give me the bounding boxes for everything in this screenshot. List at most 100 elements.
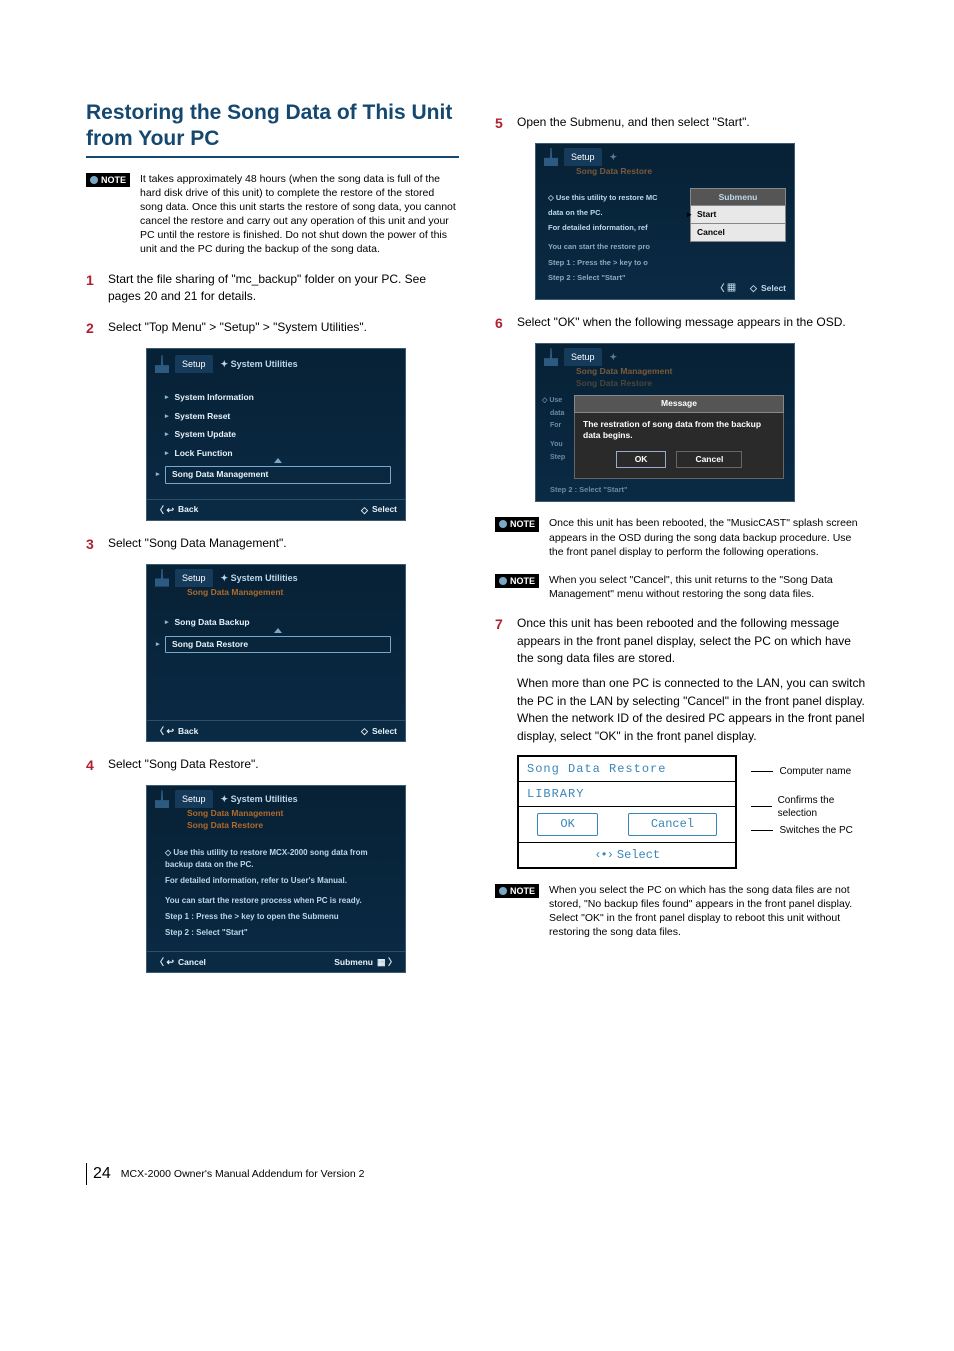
- page-number: 24: [93, 1163, 111, 1185]
- step-number: 3: [86, 535, 98, 554]
- osd-desc-line: data on the PC.: [548, 207, 686, 218]
- step-7: 7 Once this unit has been rebooted and t…: [495, 615, 868, 667]
- fp-label-computer: Computer name: [751, 765, 868, 778]
- osd-back-hint: 〈 ↩Back: [155, 725, 198, 737]
- music-note-icon: [544, 148, 558, 166]
- osd-cancel-button: Cancel: [676, 451, 742, 468]
- step-number: 4: [86, 756, 98, 775]
- note-badge: NOTE: [495, 884, 539, 898]
- osd-tab-row: Setup ✦ System Utilities Song Data Manag…: [147, 786, 405, 833]
- osd-tab-setup: Setup: [564, 148, 602, 166]
- osd-desc-line: For detailed information, ref: [548, 222, 686, 233]
- music-note-icon: [155, 355, 169, 373]
- note-badge: NOTE: [495, 517, 539, 531]
- osd-select-hint: ◇Select: [361, 504, 397, 516]
- osd-menu-item-selected: Song Data Restore: [165, 636, 391, 653]
- osd-footer: 〈 ↩Cancel Submenu ▦ 〉: [147, 951, 405, 972]
- front-panel-figure: Song Data Restore LIBRARY OK Cancel Sele…: [517, 755, 868, 869]
- osd-desc-line: ◇ Use this utility to restore MCX-2000 s…: [165, 847, 391, 871]
- step-2-text: Select "Top Menu" > "Setup" > "System Ut…: [108, 319, 459, 336]
- osd-menu-list: Song Data Backup Song Data Restore: [147, 600, 405, 720]
- osd-title: ✦ System Utilities: [221, 358, 298, 370]
- osd-tab-setup: Setup: [564, 348, 602, 366]
- osd-desc-line: Step 2 : Select "Start": [165, 927, 391, 939]
- osd-select-hint: ◇Select: [361, 725, 397, 737]
- osd-submenu-footer: 〈 ▦ ◇Select: [690, 282, 786, 296]
- osd-tab-row: Setup ✦ Song Data Restore: [536, 144, 794, 180]
- osd-subtitle: Song Data Restore: [576, 166, 652, 177]
- front-panel-lcd: Song Data Restore LIBRARY OK Cancel Sele…: [517, 755, 737, 869]
- left-column: Restoring the Song Data of This Unit fro…: [86, 100, 459, 983]
- music-note-icon: [155, 569, 169, 587]
- osd-tab-setup: Setup: [175, 790, 213, 808]
- osd-ok-button: OK: [616, 451, 667, 468]
- fp-label-confirm: Confirms the selection: [751, 794, 868, 820]
- osd-desc-line: ◇ Use this utility to restore MC: [548, 192, 686, 203]
- step-3-text: Select "Song Data Management".: [108, 535, 459, 552]
- step-1-text: Start the file sharing of "mc_backup" fo…: [108, 271, 459, 306]
- osd-msg-box: The restration of song data from the bac…: [574, 413, 784, 480]
- osd-submenu-hint: Submenu ▦ 〉: [334, 956, 397, 968]
- step-2: 2 Select "Top Menu" > "Setup" > "System …: [86, 319, 459, 338]
- fp-ok-button: OK: [537, 813, 597, 835]
- osd-submenu-content: ◇ Use this utility to restore MC data on…: [536, 180, 794, 300]
- note-badge: NOTE: [495, 574, 539, 588]
- page-footer: 24 MCX-2000 Owner's Manual Addendum for …: [86, 1163, 868, 1185]
- osd-msg-buttons: OK Cancel: [583, 451, 775, 468]
- osd-desc-line: Step 1 : Press the > key to open the Sub…: [165, 911, 391, 923]
- fp-pc-name: LIBRARY: [518, 782, 736, 807]
- music-note-icon: [155, 790, 169, 808]
- step-4-text: Select "Song Data Restore".: [108, 756, 459, 773]
- osd-submenu-item: Cancel: [690, 224, 786, 242]
- osd-tab-setup: Setup: [175, 355, 213, 373]
- osd-side-text: ◇ Use data For You Step: [542, 395, 570, 479]
- step-number: 6: [495, 314, 507, 333]
- fp-select-hint: Select: [518, 843, 736, 868]
- step-5-text: Open the Submenu, and then select "Start…: [517, 114, 868, 131]
- note-no-backup: NOTE When you select the PC on which has…: [495, 883, 868, 940]
- osd-footer-step: Step 2 : Select "Start": [536, 485, 794, 501]
- osd-menu-item: System Information: [165, 392, 391, 403]
- fp-title: Song Data Restore: [518, 756, 736, 782]
- osd-menu-item-selected: Song Data Management: [165, 466, 391, 483]
- osd-desc-line: You can start the restore process when P…: [165, 895, 391, 907]
- osd-tab-row: Setup ✦ System Utilities: [147, 349, 405, 375]
- osd-footer: 〈 ↩Back ◇Select: [147, 720, 405, 741]
- fp-button-row: OK Cancel: [518, 807, 736, 842]
- osd-back-hint: 〈 ↩Back: [155, 504, 198, 516]
- fp-cancel-button: Cancel: [628, 813, 717, 835]
- osd-cancel-hint: 〈 ↩Cancel: [155, 956, 206, 968]
- fp-callout-labels: Computer name Confirms the selection Swi…: [751, 759, 868, 853]
- osd-subtitle-2: Song Data Restore: [187, 820, 263, 831]
- step-number: 5: [495, 114, 507, 133]
- osd-subtitle: Song Data Management: [187, 808, 283, 819]
- osd-subtitle: Song Data Management: [576, 366, 672, 377]
- step-7-text: Once this unit has been rebooted and the…: [517, 615, 868, 667]
- section-heading: Restoring the Song Data of This Unit fro…: [86, 100, 459, 158]
- fp-label-switch: Switches the PC: [751, 824, 868, 837]
- step-number: 7: [495, 615, 507, 634]
- osd-submenu-popup: Submenu Start Cancel 〈 ▦ ◇Select: [690, 188, 786, 296]
- music-note-icon: [544, 348, 558, 366]
- osd-subtitle-2: Song Data Restore: [576, 378, 652, 389]
- page-footer-title: MCX-2000 Owner's Manual Addendum for Ver…: [121, 1167, 365, 1181]
- right-column: 5 Open the Submenu, and then select "Sta…: [495, 100, 868, 983]
- osd-title: ✦ System Utilities: [221, 572, 298, 584]
- note-after-reboot-text: Once this unit has been rebooted, the "M…: [549, 516, 868, 559]
- osd-tab-row: Setup ✦ System Utilities Song Data Manag…: [147, 565, 405, 601]
- osd-submenu-item: Start: [690, 206, 786, 224]
- step-5: 5 Open the Submenu, and then select "Sta…: [495, 114, 868, 133]
- osd-title: ✦: [610, 151, 618, 163]
- osd-tab-row: Setup ✦ Song Data Management Song Data R…: [536, 344, 794, 391]
- osd-title: ✦ System Utilities: [221, 793, 298, 805]
- step-number: 1: [86, 271, 98, 290]
- osd-desc-line: Step 1 : Press the > key to o: [548, 257, 686, 268]
- step-6: 6 Select "OK" when the following message…: [495, 314, 868, 333]
- osd-menu-list: System Information System Reset System U…: [147, 375, 405, 498]
- osd-system-utilities: Setup ✦ System Utilities System Informat…: [146, 348, 406, 520]
- step-number: 2: [86, 319, 98, 338]
- two-column-layout: Restoring the Song Data of This Unit fro…: [86, 100, 868, 983]
- note-cancel-text: When you select "Cancel", this unit retu…: [549, 573, 868, 601]
- step-3: 3 Select "Song Data Management".: [86, 535, 459, 554]
- osd-msg-content: ◇ Use data For You Step Message The rest…: [536, 391, 794, 485]
